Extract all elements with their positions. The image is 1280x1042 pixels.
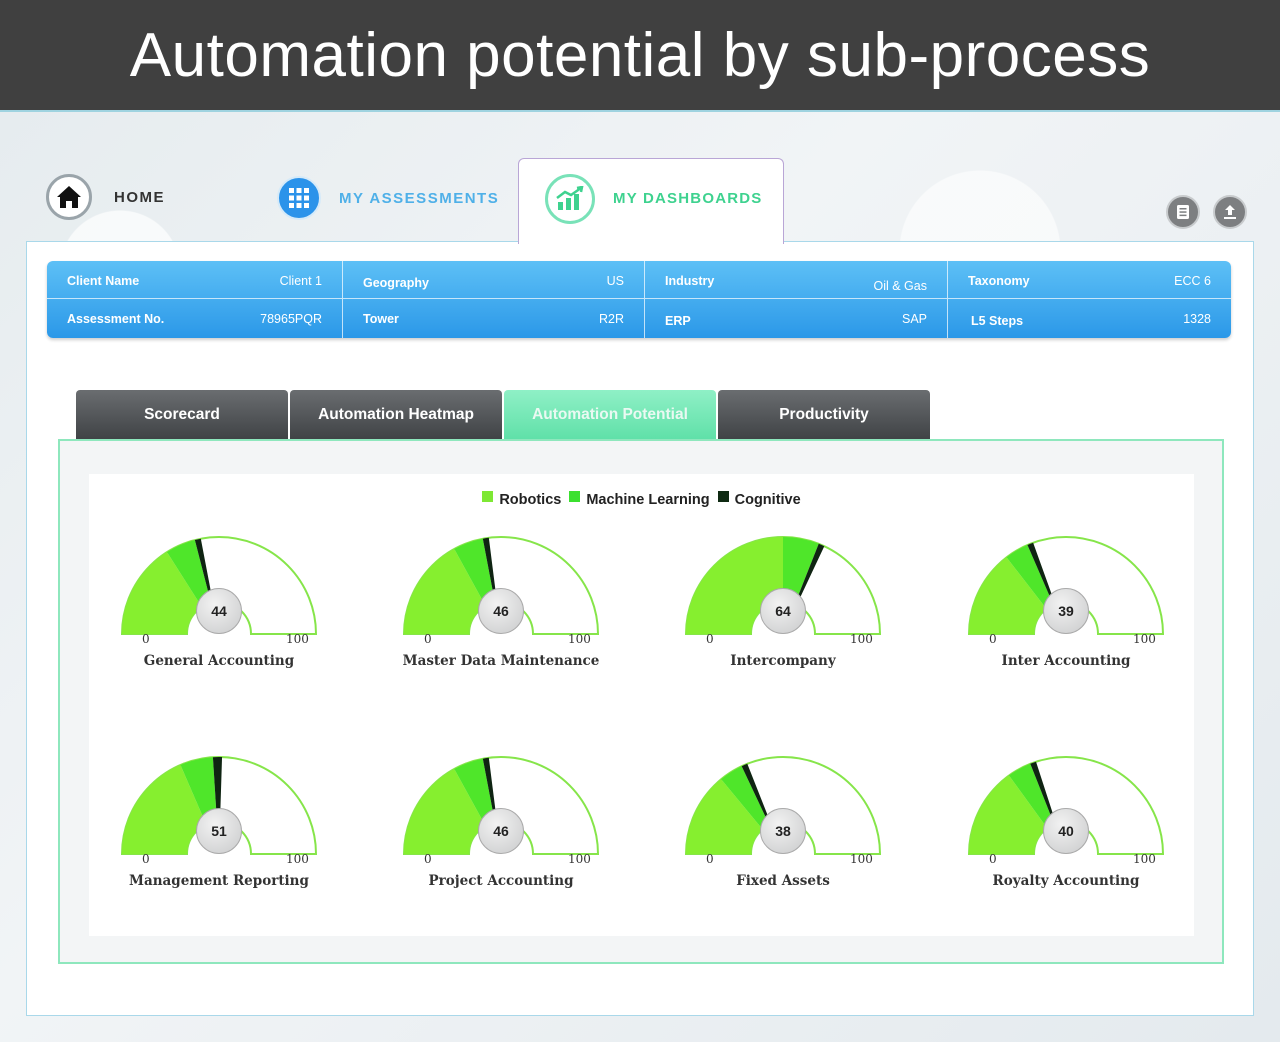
gauge-title: General Accounting bbox=[143, 653, 295, 669]
info-cell-l5-steps: L5 Steps 1328 bbox=[971, 312, 1211, 328]
document-icon bbox=[1177, 205, 1189, 219]
legend-item-machine-learning: Machine Learning bbox=[569, 490, 710, 508]
gauge-royalty-accounting: 40 0 100 Royalty Accounting bbox=[945, 744, 1185, 914]
legend-swatch-robotics bbox=[482, 490, 494, 502]
gauge-value: 44 bbox=[196, 588, 242, 634]
gauge-master-data-maintenance: 46 0 100 Master Data Maintenance bbox=[380, 524, 620, 694]
tab-automation-heatmap[interactable]: Automation Heatmap bbox=[290, 390, 502, 440]
gauge-max-label: 100 bbox=[286, 852, 309, 866]
gauge-grid: Robotics Machine Learning Cognitive 44 0 1… bbox=[89, 474, 1194, 936]
gauge-min-label: 0 bbox=[142, 852, 150, 866]
gauge-min-label: 0 bbox=[989, 852, 997, 866]
gauge-management-reporting: 51 0 100 Management Reporting bbox=[98, 744, 338, 914]
gauge-value: 38 bbox=[760, 808, 806, 854]
gauge-value: 40 bbox=[1043, 808, 1089, 854]
gauge-min-label: 0 bbox=[706, 852, 714, 866]
gauge-min-label: 0 bbox=[142, 632, 150, 646]
gauge-max-label: 100 bbox=[1133, 852, 1156, 866]
upload-icon bbox=[1224, 205, 1236, 219]
chart-frame: Robotics Machine Learning Cognitive 44 0 1… bbox=[58, 439, 1224, 964]
tab-automation-potential[interactable]: Automation Potential bbox=[504, 390, 716, 440]
gauge-value: 39 bbox=[1043, 588, 1089, 634]
gauge-inter-accounting: 39 0 100 Inter Accounting bbox=[945, 524, 1185, 694]
info-cell-geography: Geography US bbox=[343, 261, 645, 299]
gauge-min-label: 0 bbox=[706, 632, 714, 646]
tab-productivity[interactable]: Productivity bbox=[718, 390, 930, 440]
gauge-max-label: 100 bbox=[850, 852, 873, 866]
home-icon bbox=[46, 174, 92, 220]
gauge-fixed-assets: 38 0 100 Fixed Assets bbox=[662, 744, 902, 914]
gauge-max-label: 100 bbox=[286, 632, 309, 646]
nav-home[interactable]: HOME bbox=[46, 174, 165, 220]
nav-my-assessments-label: MY ASSESSMENTS bbox=[339, 189, 500, 207]
assessment-info-table: Client Name Client 1 Geography US Industry… bbox=[47, 261, 1231, 338]
gauge-value: 46 bbox=[478, 588, 524, 634]
gauge-intercompany: 64 0 100 Intercompany bbox=[662, 524, 902, 694]
main-panel: Client Name Client 1 Geography US Industry… bbox=[26, 241, 1254, 1016]
gauge-title: Management Reporting bbox=[129, 873, 309, 889]
gauge-min-label: 0 bbox=[989, 632, 997, 646]
gauge-min-label: 0 bbox=[424, 852, 432, 866]
export-button[interactable] bbox=[1213, 195, 1247, 229]
legend-swatch-machine-learning bbox=[569, 490, 581, 502]
tab-scorecard[interactable]: Scorecard bbox=[76, 390, 288, 440]
gauge-title: Royalty Accounting bbox=[992, 873, 1140, 889]
gauge-max-label: 100 bbox=[1133, 632, 1156, 646]
gauge-project-accounting: 46 0 100 Project Accounting bbox=[380, 744, 620, 914]
legend-swatch-cognitive bbox=[717, 490, 729, 502]
info-cell-client-name: Client Name Client 1 bbox=[47, 261, 343, 299]
gauge-title: Project Accounting bbox=[428, 873, 574, 889]
gauge-max-label: 100 bbox=[850, 632, 873, 646]
info-cell-erp: ERP SAP bbox=[645, 299, 948, 338]
gauge-general-accounting: 44 0 100 General Accounting bbox=[98, 524, 338, 694]
gauge-min-label: 0 bbox=[424, 632, 432, 646]
gauge-max-label: 100 bbox=[568, 852, 591, 866]
nav-home-label: HOME bbox=[114, 188, 165, 206]
gauge-value: 64 bbox=[760, 588, 806, 634]
document-button[interactable] bbox=[1166, 195, 1200, 229]
legend-item-robotics: Robotics bbox=[482, 490, 561, 508]
gauge-title: Intercompany bbox=[730, 653, 836, 669]
info-cell-industry: Industry Oil & Gas bbox=[645, 261, 948, 299]
info-cell-tower: Tower R2R bbox=[343, 299, 645, 338]
legend-item-cognitive: Cognitive bbox=[717, 490, 801, 508]
grid-icon bbox=[277, 176, 321, 220]
chart-legend: Robotics Machine Learning Cognitive bbox=[89, 490, 1194, 508]
nav-my-assessments[interactable]: MY ASSESSMENTS bbox=[277, 176, 499, 220]
gauge-value: 46 bbox=[478, 808, 524, 854]
gauge-value: 51 bbox=[196, 808, 242, 854]
dashboard-tabs: Scorecard Automation Heatmap Automation … bbox=[76, 390, 930, 440]
info-cell-taxonomy: Taxonomy ECC 6 bbox=[948, 261, 1231, 299]
gauge-title: Inter Accounting bbox=[1001, 653, 1131, 669]
gauge-max-label: 100 bbox=[568, 632, 591, 646]
info-cell-assessment-no: Assessment No. 78965PQR bbox=[47, 299, 343, 338]
nav-my-dashboards-label: MY DASHBOARDS bbox=[613, 190, 763, 207]
dashboard-chart-icon bbox=[545, 174, 595, 224]
page-title: Automation potential by sub-process bbox=[0, 0, 1280, 112]
gauge-title: Fixed Assets bbox=[736, 873, 830, 889]
gauge-title: Master Data Maintenance bbox=[402, 653, 600, 669]
nav-my-dashboards[interactable]: MY DASHBOARDS bbox=[518, 158, 784, 244]
